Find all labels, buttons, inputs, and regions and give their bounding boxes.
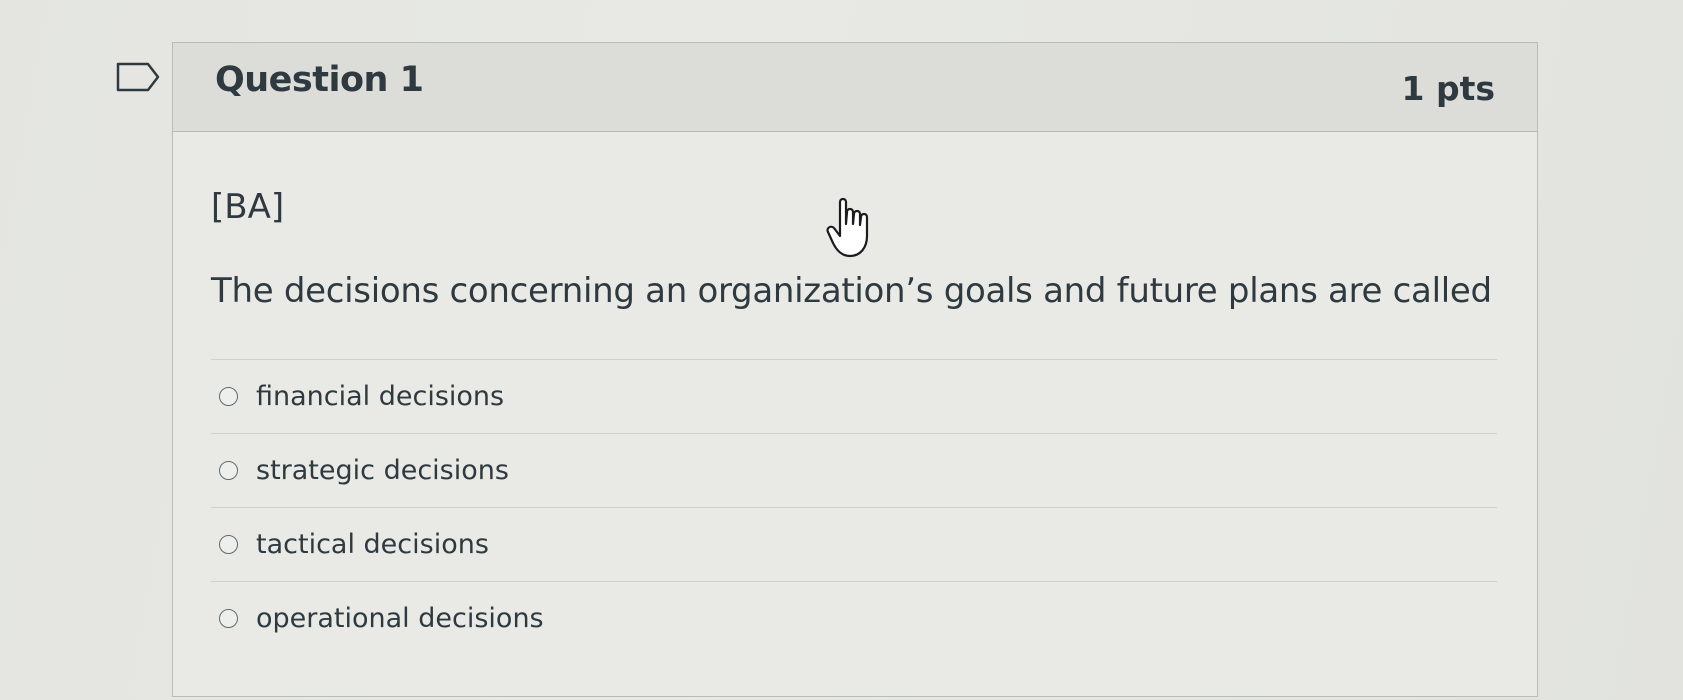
answer-label[interactable]: tactical decisions <box>256 529 489 560</box>
flag-question-icon[interactable] <box>116 62 160 92</box>
answer-label[interactable]: financial decisions <box>256 381 504 412</box>
answer-label[interactable]: operational decisions <box>256 603 544 634</box>
answer-option-strategic[interactable]: strategic decisions <box>211 433 1497 507</box>
answer-label[interactable]: strategic decisions <box>256 455 509 486</box>
question-card: Question 1 1 pts [BA] The decisions conc… <box>172 42 1538 697</box>
radio-button[interactable] <box>219 461 238 480</box>
question-text: The decisions concerning an organization… <box>211 271 1492 311</box>
answer-option-operational[interactable]: operational decisions <box>211 581 1497 655</box>
answer-option-tactical[interactable]: tactical decisions <box>211 507 1497 581</box>
radio-button[interactable] <box>219 609 238 628</box>
radio-button[interactable] <box>219 535 238 554</box>
radio-button[interactable] <box>219 387 238 406</box>
question-points: 1 pts <box>1401 69 1496 108</box>
hand-pointer-icon <box>826 196 874 260</box>
question-title: Question 1 <box>215 60 424 100</box>
answer-option-financial[interactable]: financial decisions <box>211 359 1497 433</box>
question-tag: [BA] <box>211 187 285 227</box>
answer-list: financial decisions strategic decisions … <box>211 359 1497 655</box>
question-header: Question 1 1 pts <box>173 43 1537 132</box>
